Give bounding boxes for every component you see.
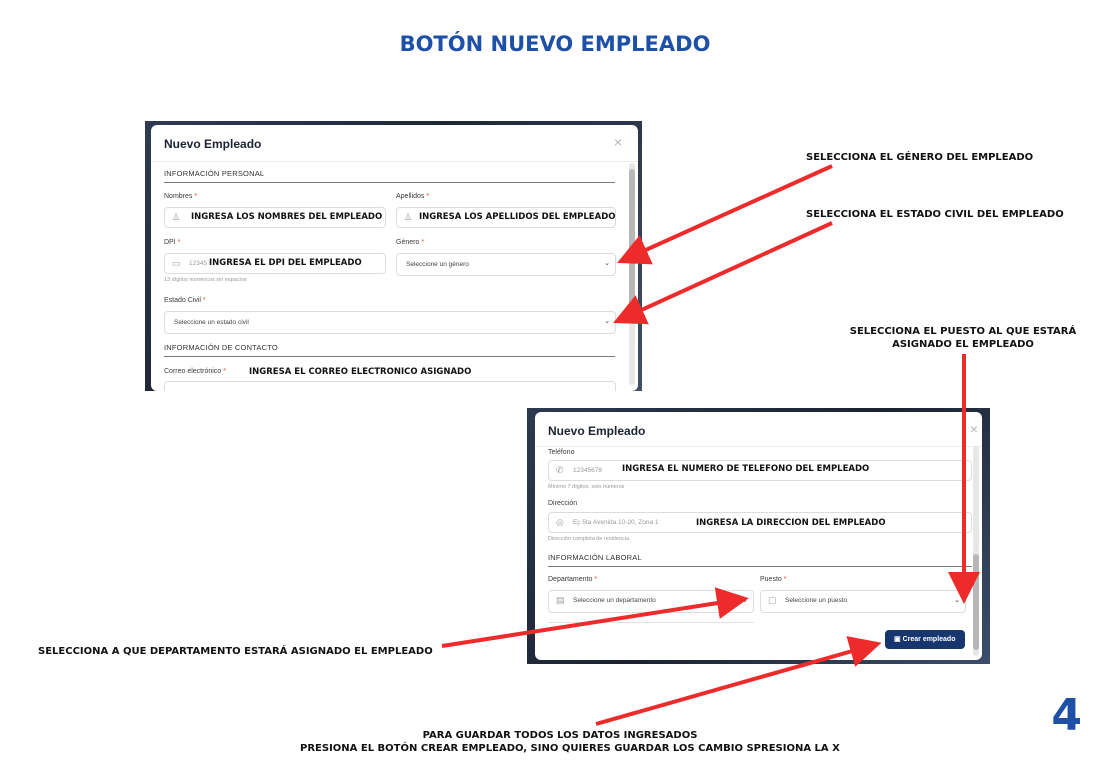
arrow-gender — [617, 164, 833, 265]
arrow-department — [441, 587, 749, 648]
arrow-save — [595, 636, 882, 726]
annotation-arrows — [441, 164, 980, 726]
arrow-civil-status — [613, 221, 833, 325]
